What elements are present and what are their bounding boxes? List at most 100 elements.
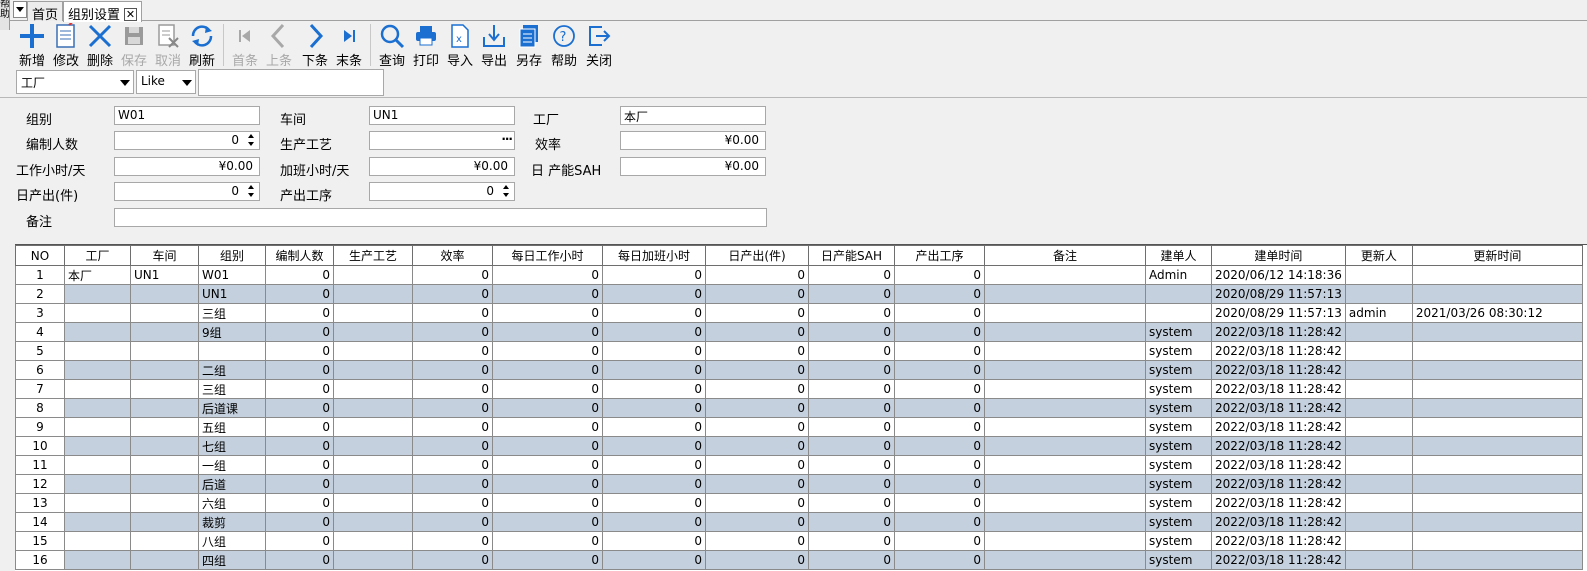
- cell-overtime-hours[interactable]: 0: [602, 455, 706, 475]
- cell-efficiency[interactable]: 0: [412, 303, 493, 323]
- cell-work-hours[interactable]: 0: [492, 531, 603, 551]
- cell-efficiency[interactable]: 0: [412, 341, 493, 361]
- cell-remark[interactable]: [984, 284, 1146, 304]
- cell-updated-time[interactable]: [1411, 341, 1583, 361]
- group-field[interactable]: W01: [114, 106, 260, 125]
- cell-no[interactable]: 1: [15, 265, 65, 285]
- cell-no[interactable]: 7: [15, 379, 65, 399]
- work-hours-field[interactable]: ¥0.00: [114, 157, 260, 176]
- cell-daily-sah[interactable]: 0: [808, 455, 895, 475]
- cell-creator[interactable]: system: [1145, 398, 1212, 418]
- cell-updated-time[interactable]: [1411, 417, 1583, 437]
- cell-output-process[interactable]: 0: [894, 417, 985, 437]
- cell-staff-count[interactable]: 0: [265, 303, 334, 323]
- cell-daily-output[interactable]: 0: [705, 550, 809, 570]
- cell-factory[interactable]: [64, 341, 131, 361]
- cell-staff-count[interactable]: 0: [265, 265, 334, 285]
- daily-output-stepper[interactable]: 0: [114, 182, 260, 201]
- cell-overtime-hours[interactable]: 0: [602, 360, 706, 380]
- cell-updated-time[interactable]: [1411, 474, 1583, 494]
- cell-updater[interactable]: [1344, 493, 1413, 513]
- overtime-field[interactable]: ¥0.00: [369, 157, 515, 176]
- column-header-daily-output[interactable]: 日产出(件): [705, 245, 809, 266]
- cell-updated-time[interactable]: [1411, 493, 1583, 513]
- cell-work-hours[interactable]: 0: [492, 493, 603, 513]
- cell-daily-output[interactable]: 0: [705, 341, 809, 361]
- cell-process[interactable]: [333, 284, 413, 304]
- daily-sah-field[interactable]: ¥0.00: [620, 157, 766, 176]
- cell-output-process[interactable]: 0: [894, 550, 985, 570]
- cell-efficiency[interactable]: 0: [412, 493, 493, 513]
- table-row[interactable]: 5 0 0 0 0 0 0 0 system 2022/03/18 11:28:42: [15, 341, 1583, 361]
- cell-efficiency[interactable]: 0: [412, 455, 493, 475]
- cell-work-hours[interactable]: 0: [492, 398, 603, 418]
- cell-updater[interactable]: [1344, 474, 1413, 494]
- column-header-creator[interactable]: 建单人: [1145, 245, 1212, 266]
- cell-group[interactable]: 后道: [198, 474, 266, 494]
- save-button[interactable]: 保存: [117, 22, 151, 69]
- cell-workshop[interactable]: [130, 360, 199, 380]
- cell-output-process[interactable]: 0: [894, 512, 985, 532]
- cell-daily-output[interactable]: 0: [705, 493, 809, 513]
- cell-group[interactable]: 裁剪: [198, 512, 266, 532]
- import-button[interactable]: x 导入: [443, 22, 477, 69]
- cell-no[interactable]: 5: [15, 341, 65, 361]
- cell-group[interactable]: 八组: [198, 531, 266, 551]
- cell-work-hours[interactable]: 0: [492, 322, 603, 342]
- cell-daily-sah[interactable]: 0: [808, 474, 895, 494]
- cell-remark[interactable]: [984, 512, 1146, 532]
- table-row[interactable]: 7 三组 0 0 0 0 0 0 0 system 2022/03/18 11:28:42: [15, 379, 1583, 399]
- cell-daily-output[interactable]: 0: [705, 322, 809, 342]
- cell-updater[interactable]: admin: [1344, 303, 1413, 323]
- cell-daily-sah[interactable]: 0: [808, 303, 895, 323]
- cell-daily-sah[interactable]: 0: [808, 284, 895, 304]
- cell-group[interactable]: [198, 341, 266, 361]
- cell-remark[interactable]: [984, 322, 1146, 342]
- cell-factory[interactable]: [64, 550, 131, 570]
- cell-efficiency[interactable]: 0: [412, 474, 493, 494]
- tab-group-settings[interactable]: 组别设置 ✕: [63, 1, 143, 23]
- cell-work-hours[interactable]: 0: [492, 303, 603, 323]
- cell-daily-sah[interactable]: 0: [808, 550, 895, 570]
- cell-process[interactable]: [333, 322, 413, 342]
- table-row[interactable]: 10 七组 0 0 0 0 0 0 0 system 2022/03/18 11:28:42: [15, 436, 1583, 456]
- cell-staff-count[interactable]: 0: [265, 284, 334, 304]
- cell-group[interactable]: UN1: [198, 284, 266, 304]
- cell-overtime-hours[interactable]: 0: [602, 379, 706, 399]
- cell-staff-count[interactable]: 0: [265, 550, 334, 570]
- cell-daily-sah[interactable]: 0: [808, 512, 895, 532]
- cell-updated-time[interactable]: [1411, 436, 1583, 456]
- cell-updated-time[interactable]: [1411, 322, 1583, 342]
- cell-created-time[interactable]: 2020/08/29 11:57:13: [1211, 284, 1346, 304]
- cell-updated-time[interactable]: [1411, 284, 1583, 304]
- cell-output-process[interactable]: 0: [894, 455, 985, 475]
- column-header-process[interactable]: 生产工艺: [333, 245, 413, 266]
- cell-updater[interactable]: [1344, 417, 1413, 437]
- cell-output-process[interactable]: 0: [894, 284, 985, 304]
- cell-efficiency[interactable]: 0: [412, 379, 493, 399]
- cell-creator[interactable]: [1145, 284, 1212, 304]
- cell-updater[interactable]: [1344, 550, 1413, 570]
- cell-created-time[interactable]: 2022/03/18 11:28:42: [1211, 455, 1346, 475]
- cell-workshop[interactable]: [130, 493, 199, 513]
- cell-group[interactable]: 9组: [198, 322, 266, 342]
- cell-daily-sah[interactable]: 0: [808, 436, 895, 456]
- cell-staff-count[interactable]: 0: [265, 360, 334, 380]
- table-row[interactable]: 13 六组 0 0 0 0 0 0 0 system 2022/03/18 11:28:42: [15, 493, 1583, 513]
- cell-staff-count[interactable]: 0: [265, 436, 334, 456]
- table-row[interactable]: 6 二组 0 0 0 0 0 0 0 system 2022/03/18 11:28:42: [15, 360, 1583, 380]
- column-header-staff-count[interactable]: 编制人数: [265, 245, 334, 266]
- cell-overtime-hours[interactable]: 0: [602, 303, 706, 323]
- column-header-remark[interactable]: 备注: [984, 245, 1146, 266]
- cell-group[interactable]: 四组: [198, 550, 266, 570]
- cell-updated-time[interactable]: [1411, 360, 1583, 380]
- cell-creator[interactable]: system: [1145, 493, 1212, 513]
- cell-created-time[interactable]: 2022/03/18 11:28:42: [1211, 436, 1346, 456]
- cell-creator[interactable]: system: [1145, 474, 1212, 494]
- cell-creator[interactable]: system: [1145, 341, 1212, 361]
- cell-overtime-hours[interactable]: 0: [602, 284, 706, 304]
- cell-created-time[interactable]: 2020/06/12 14:18:36: [1211, 265, 1346, 285]
- cell-creator[interactable]: [1145, 303, 1212, 323]
- cell-creator[interactable]: Admin: [1145, 265, 1212, 285]
- cell-workshop[interactable]: [130, 512, 199, 532]
